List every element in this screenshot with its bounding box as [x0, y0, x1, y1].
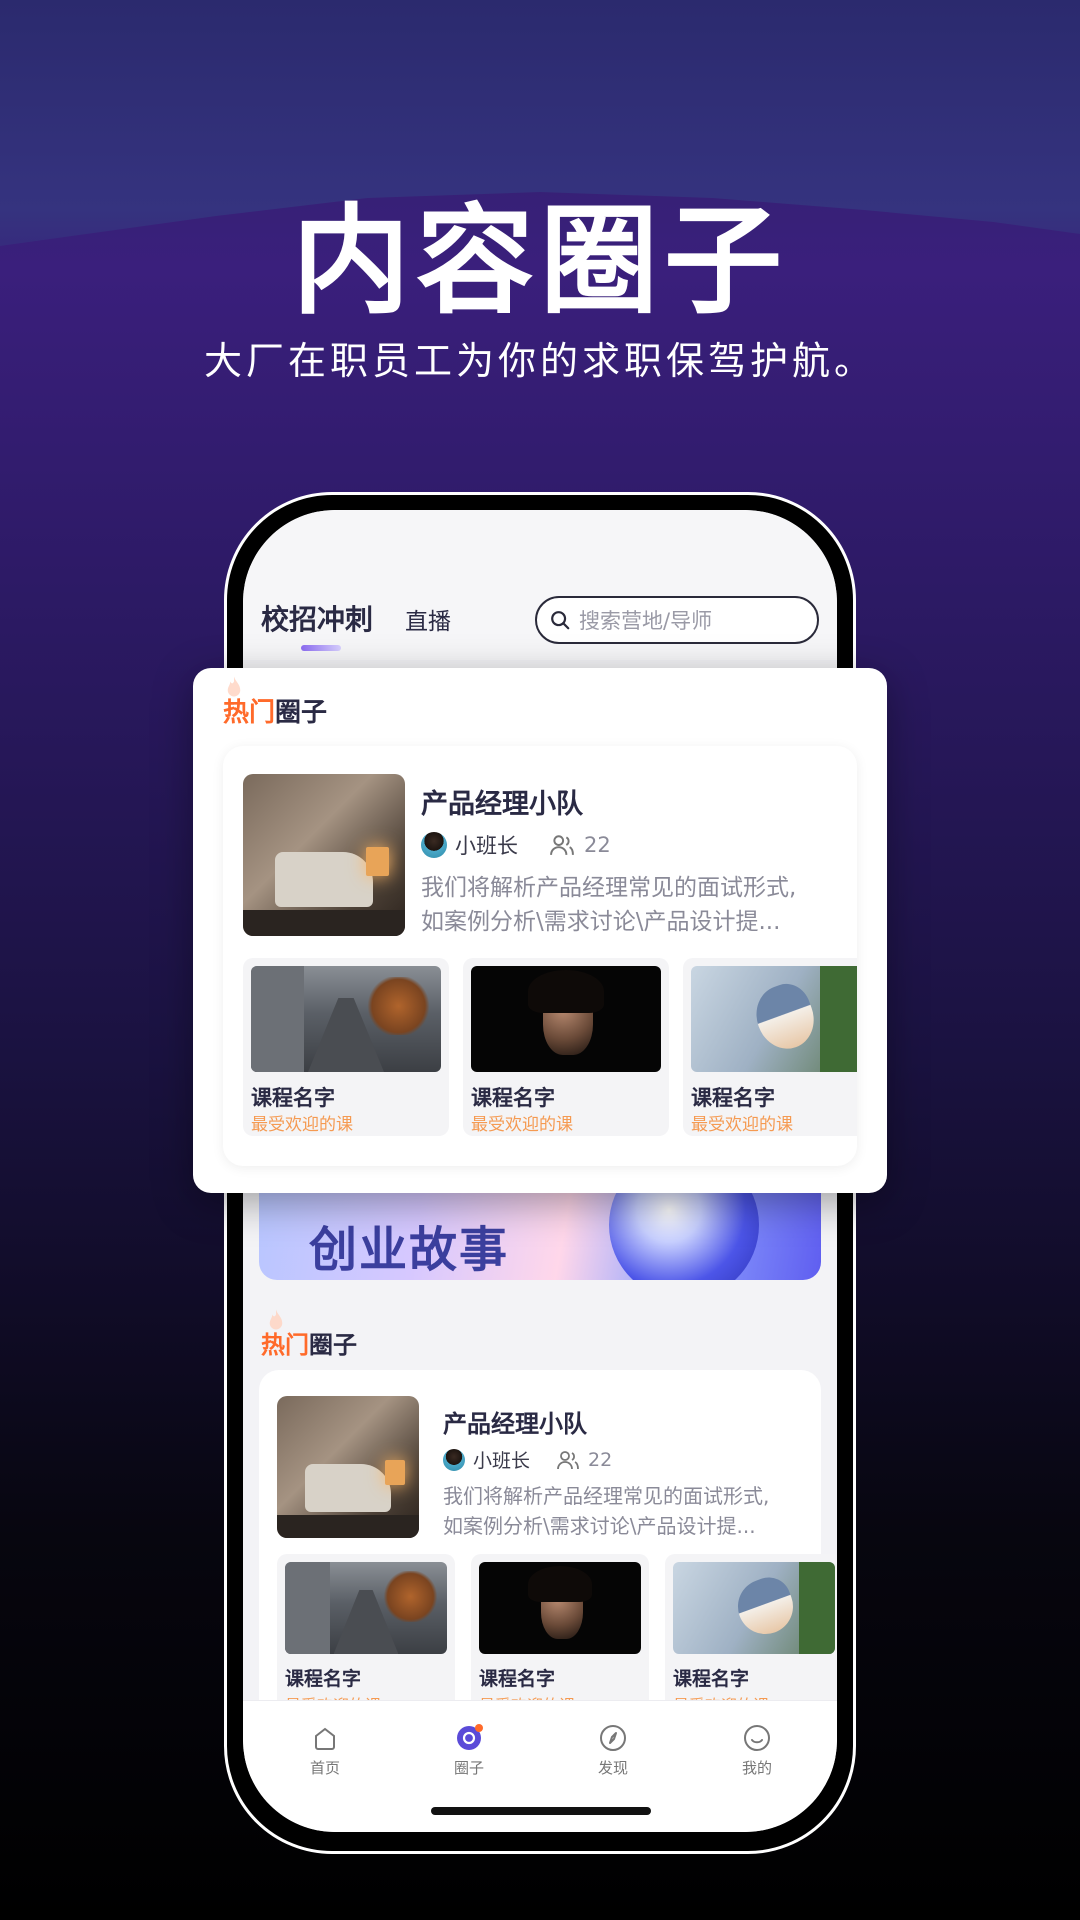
course-card[interactable]: 课程名字 最受欢迎的课 [471, 1554, 649, 1724]
course-tag: 最受欢迎的课 [251, 1115, 353, 1135]
course-image [285, 1562, 447, 1654]
search-input[interactable]: 搜索营地/导师 [535, 596, 819, 644]
circle-desc-line2: 如案例分析\需求讨论\产品设计提... [443, 1514, 756, 1538]
course-name: 课程名字 [479, 1668, 556, 1690]
banner-text: 创业故事 [309, 1222, 510, 1278]
compass-icon [600, 1725, 626, 1751]
flame-icon [269, 1309, 283, 1330]
section-title-hot-circles: 热门圈子 [261, 1309, 357, 1360]
circle-cover-image [277, 1396, 419, 1538]
nav-mine[interactable]: 我的 [717, 1723, 797, 1778]
course-card[interactable]: 课程名字 最受欢迎的课 [683, 958, 857, 1136]
circle-card[interactable]: 产品经理小队 小班长 22 我们将解析产品经理常见的面试形式, 如案例分析\需求… [259, 1370, 837, 1724]
circle-name: 产品经理小队 [421, 789, 583, 820]
nav-mine-label: 我的 [741, 1759, 772, 1777]
members-icon [557, 1450, 579, 1469]
course-image [479, 1562, 641, 1654]
hero-title: 内容圈子 [291, 192, 788, 330]
course-tag: 最受欢迎的课 [691, 1115, 793, 1135]
avatar [421, 832, 447, 858]
nav-home-label: 首页 [309, 1759, 340, 1777]
home-indicator [431, 1807, 651, 1815]
circle-owner: 小班长 [473, 1450, 531, 1472]
course-image [471, 966, 661, 1072]
members-icon [550, 835, 574, 855]
course-card[interactable]: 课程名字 最受欢迎的课 [665, 1554, 837, 1724]
nav-discover[interactable]: 发现 [573, 1723, 653, 1778]
course-card[interactable]: 课程名字 最受欢迎的课 [243, 958, 449, 1136]
course-card[interactable]: 课程名字 最受欢迎的课 [277, 1554, 455, 1724]
course-name: 课程名字 [471, 1086, 555, 1110]
nav-home[interactable]: 首页 [285, 1723, 365, 1778]
nav-discover-label: 发现 [597, 1759, 628, 1777]
circle-member-count: 22 [588, 1448, 613, 1471]
avatar [443, 1448, 465, 1471]
course-name: 课程名字 [673, 1668, 750, 1690]
course-tag: 最受欢迎的课 [471, 1115, 573, 1135]
circle-cover-image [243, 774, 405, 936]
circle-desc-line1: 我们将解析产品经理常见的面试形式, [421, 875, 797, 901]
course-card[interactable]: 课程名字 最受欢迎的课 [463, 958, 669, 1136]
course-name: 课程名字 [691, 1086, 775, 1110]
section-hot-label: 热门 [223, 698, 276, 728]
circle-desc-line2: 如案例分析\需求讨论\产品设计提... [421, 909, 781, 935]
section-circle-label: 圈子 [275, 698, 328, 728]
tab-live[interactable]: 直播 [405, 602, 451, 636]
circle-meta: 小班长 22 [443, 1446, 612, 1473]
search-icon [551, 611, 570, 630]
featured-circle-popup: 热门圈子 产品经理小队 小班长 22 我们将解析产品经理常见的面试形式, 如案例… [193, 668, 887, 1193]
circle-card[interactable]: 产品经理小队 小班长 22 我们将解析产品经理常见的面试形式, 如案例分析\需求… [223, 746, 857, 1166]
course-image [251, 966, 441, 1072]
section-circle-label: 圈子 [309, 1331, 357, 1359]
circle-member-count: 22 [584, 833, 611, 857]
home-icon [315, 1727, 335, 1750]
nav-circle-label: 圈子 [453, 1759, 484, 1777]
course-image [673, 1562, 835, 1654]
course-name: 课程名字 [285, 1668, 362, 1690]
circle-owner: 小班长 [455, 834, 518, 858]
circle-icon [457, 1724, 483, 1750]
hero-subtitle: 大厂在职员工为你的求职保驾护航。 [203, 339, 876, 383]
app-header: 校招冲刺 直播 搜索营地/导师 [243, 510, 837, 660]
search-placeholder: 搜索营地/导师 [579, 609, 713, 633]
tab-indicator [301, 645, 341, 651]
nav-circle[interactable]: 圈子 [429, 1723, 509, 1778]
circle-desc-line1: 我们将解析产品经理常见的面试形式, [443, 1484, 770, 1508]
course-name: 课程名字 [251, 1086, 335, 1110]
circle-meta: 小班长 22 [421, 830, 611, 860]
tab-campus-sprint[interactable]: 校招冲刺 [261, 598, 373, 638]
smile-icon [744, 1725, 770, 1751]
circle-name: 产品经理小队 [443, 1410, 587, 1438]
section-title-hot-circles: 热门圈子 [223, 692, 327, 729]
course-image [691, 966, 857, 1072]
